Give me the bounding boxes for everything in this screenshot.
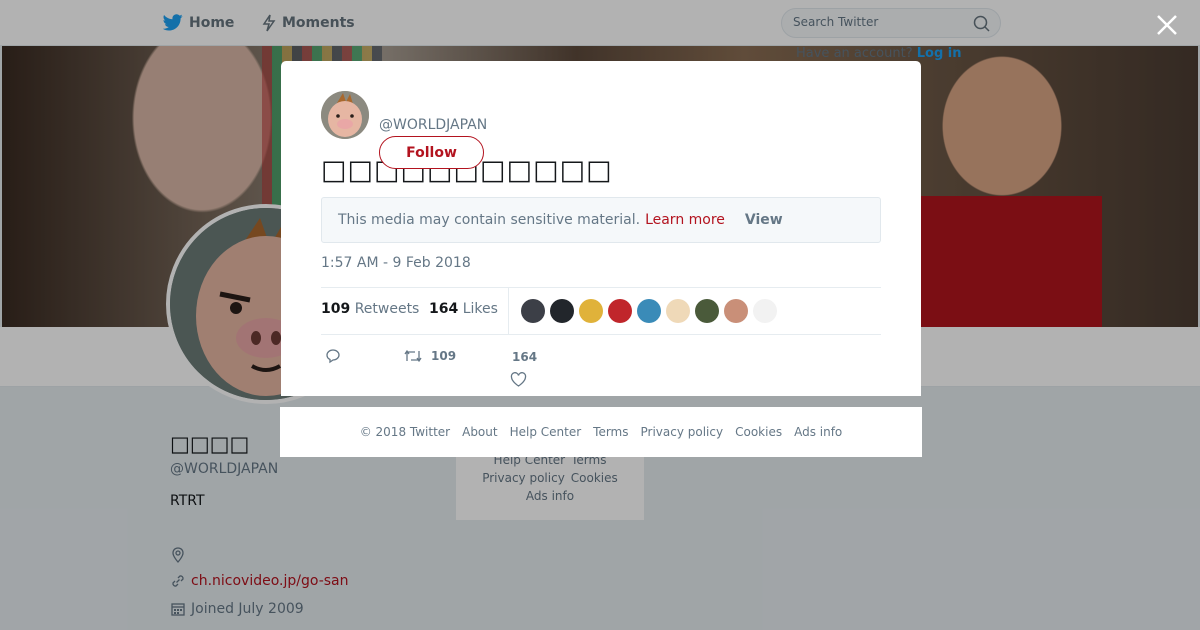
liker-avatar[interactable] <box>637 299 661 323</box>
liker-avatar[interactable] <box>753 299 777 323</box>
liker-avatar[interactable] <box>608 299 632 323</box>
modal-footer: © 2018 Twitter About Help Center Terms P… <box>280 407 922 457</box>
learn-more-link[interactable]: Learn more <box>645 212 725 228</box>
sensitive-text: This media may contain sensitive materia… <box>338 212 641 228</box>
tweet-timestamp[interactable]: 1:57 AM - 9 Feb 2018 <box>321 255 471 271</box>
tweet-author-avatar[interactable] <box>321 91 369 139</box>
footer-cookies-link[interactable]: Cookies <box>735 425 782 439</box>
tweet-stats: 109 Retweets 164 Likes <box>321 287 881 335</box>
retweet-icon <box>404 349 422 363</box>
retweet-action[interactable]: 109 <box>403 348 456 364</box>
retweets-count: 109 <box>321 301 351 317</box>
view-media-button[interactable]: View <box>745 212 783 228</box>
likes-stat[interactable]: 164 Likes <box>429 301 498 317</box>
footer-help-link[interactable]: Help Center <box>510 425 582 439</box>
follow-button[interactable]: Follow <box>379 136 484 169</box>
likes-label: Likes <box>462 301 498 317</box>
tweet-author-handle[interactable]: @WORLDJAPAN <box>379 117 487 133</box>
retweets-stat[interactable]: 109 Retweets <box>321 301 419 317</box>
pig-avatar-small-image <box>321 91 369 139</box>
liker-avatar[interactable] <box>550 299 574 323</box>
liker-avatar[interactable] <box>666 299 690 323</box>
retweet-action-count: 109 <box>431 349 457 363</box>
heart-icon[interactable] <box>510 372 527 388</box>
like-action-count: 164 <box>512 350 538 364</box>
stats-divider <box>508 288 509 334</box>
liker-avatar[interactable] <box>724 299 748 323</box>
footer-ads-link[interactable]: Ads info <box>794 425 842 439</box>
retweets-label: Retweets <box>354 301 420 317</box>
liker-avatar[interactable] <box>521 299 545 323</box>
sensitive-media-notice: This media may contain sensitive materia… <box>321 197 881 243</box>
close-icon[interactable] <box>1154 12 1180 38</box>
tweet-modal: @WORLDJAPAN □□□□□□□□□□□ Follow This medi… <box>281 61 921 396</box>
likes-count: 164 <box>429 301 459 317</box>
tweet-actions: 109 164 <box>321 345 881 395</box>
reply-action[interactable] <box>325 348 341 364</box>
footer-copyright: © 2018 Twitter <box>359 425 451 439</box>
liker-avatars <box>521 299 777 323</box>
reply-icon <box>326 349 340 364</box>
footer-privacy-link[interactable]: Privacy policy <box>641 425 724 439</box>
footer-terms-link[interactable]: Terms <box>593 425 628 439</box>
liker-avatar[interactable] <box>579 299 603 323</box>
footer-about-link[interactable]: About <box>462 425 497 439</box>
liker-avatar[interactable] <box>695 299 719 323</box>
